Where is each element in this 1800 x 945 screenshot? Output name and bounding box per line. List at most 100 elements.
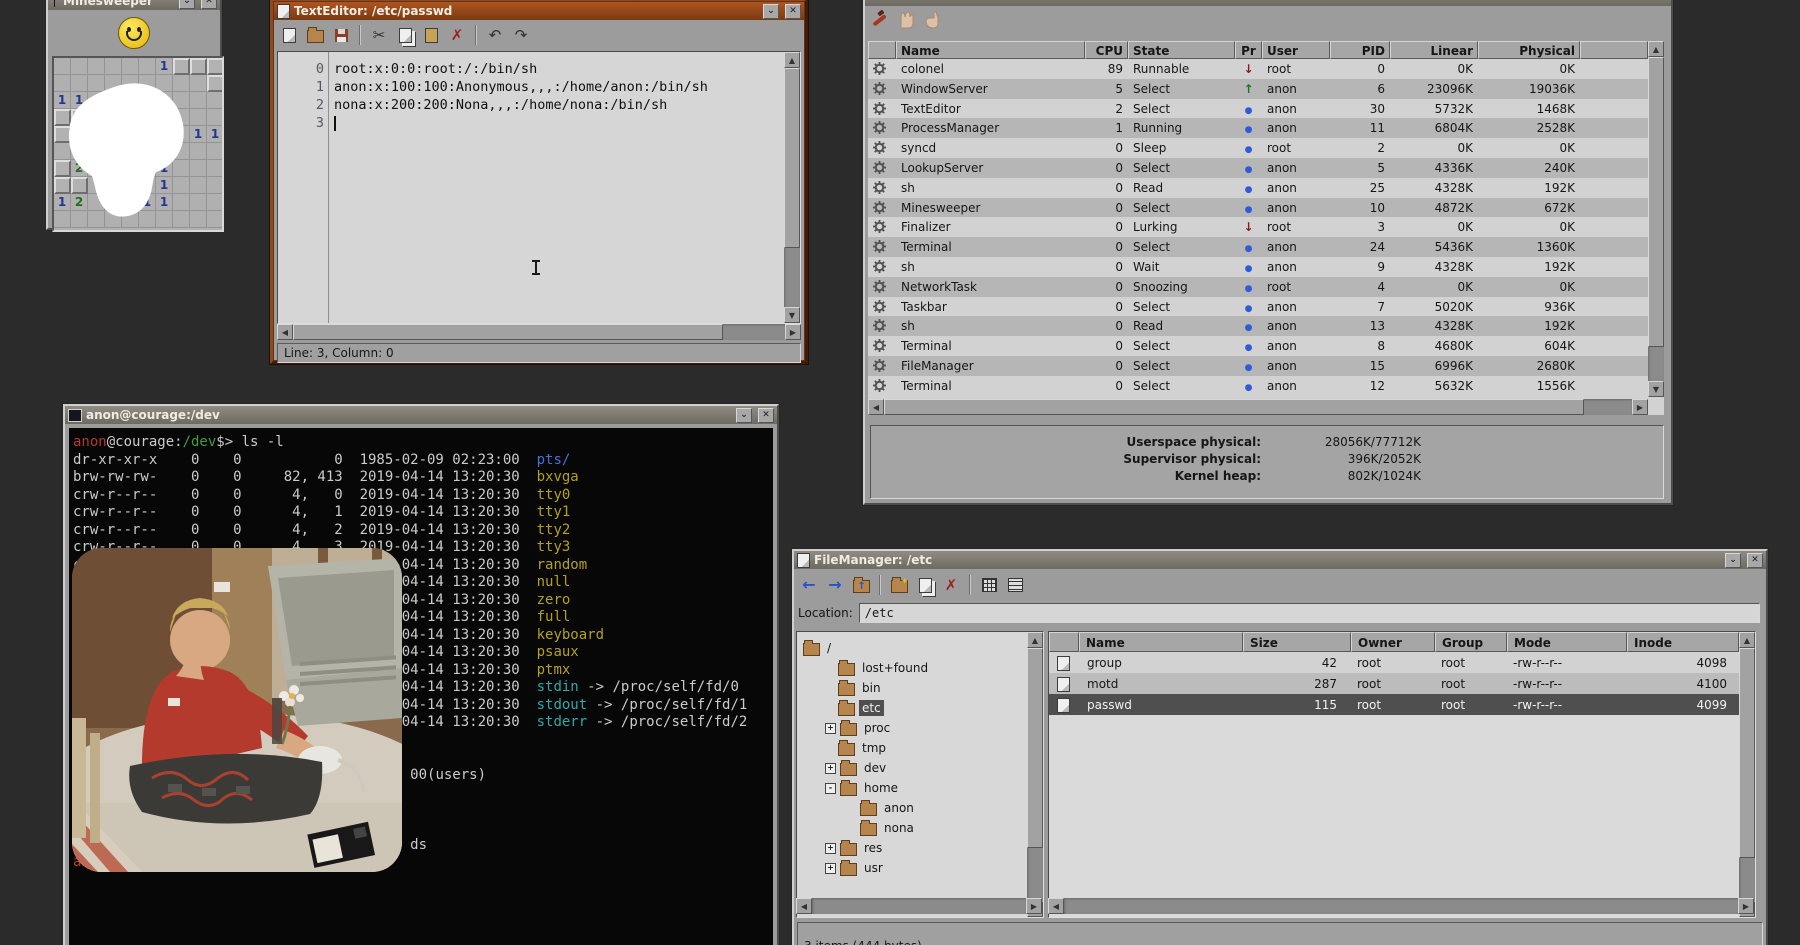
fm-back-button[interactable]: ←	[798, 574, 820, 596]
texteditor-titlebar[interactable]: TextEditor: /etc/passwd ⌄ ✕	[274, 2, 804, 20]
mine-cell[interactable]	[173, 58, 190, 75]
mine-cell[interactable]	[190, 58, 207, 75]
scroll-right-button[interactable]: ▶	[1738, 898, 1754, 914]
mine-cell[interactable]: 1	[156, 58, 173, 75]
scroll-left-button[interactable]: ◀	[796, 898, 812, 914]
scroll-right-button[interactable]: ▶	[1026, 898, 1042, 914]
process-row[interactable]: Terminal0Select●anon245436K1360K	[868, 237, 1648, 257]
tree-item-anon[interactable]: anon	[847, 798, 917, 818]
mine-cell[interactable]	[207, 109, 224, 126]
process-row[interactable]: sh0Read●anon134328K192K	[868, 316, 1648, 336]
horizontal-scrollbar-thumb[interactable]	[293, 324, 723, 340]
tree-item-dev[interactable]: +dev	[825, 758, 889, 778]
process-row[interactable]: Terminal0Select●anon125632K1556K	[868, 376, 1648, 396]
tree-item-nona[interactable]: nona	[847, 818, 917, 838]
file-row[interactable]: motd287rootroot-rw-r--r--4100	[1049, 673, 1739, 694]
mine-cell[interactable]	[71, 58, 88, 75]
close-button[interactable]: ✕	[201, 0, 217, 9]
scroll-up-button[interactable]: ▲	[784, 52, 800, 68]
minesweeper-titlebar[interactable]: Minesweeper ⌄ ✕	[48, 0, 220, 10]
expand-icon[interactable]: +	[825, 863, 836, 874]
expand-icon[interactable]: +	[825, 723, 836, 734]
editor-open-file-button[interactable]	[304, 24, 326, 46]
column-header-Name[interactable]: Name	[896, 41, 1085, 59]
close-button[interactable]: ✕	[758, 408, 774, 423]
column-header-Group[interactable]: Group	[1435, 632, 1507, 652]
process-row[interactable]: Minesweeper0Select●anon104872K672K	[868, 198, 1648, 218]
fm-list-view-button[interactable]	[1004, 574, 1026, 596]
pm-kill-process-button[interactable]	[869, 11, 891, 33]
editor-paste-button[interactable]	[420, 24, 442, 46]
column-header-CPU[interactable]: CPU	[1085, 41, 1128, 59]
tree-item-etc[interactable]: etc	[825, 698, 884, 718]
minimize-button[interactable]: ⌄	[1725, 553, 1741, 568]
scroll-left-button[interactable]: ◀	[277, 324, 293, 340]
mine-cell[interactable]	[207, 58, 224, 75]
editor-delete-button[interactable]: ✗	[446, 24, 468, 46]
scroll-up-button[interactable]: ▲	[1648, 41, 1664, 57]
column-header-User[interactable]: User	[1262, 41, 1330, 59]
column-header-blank[interactable]	[1049, 632, 1079, 652]
horizontal-scrollbar-thumb[interactable]	[884, 399, 1584, 415]
editor-copy-button[interactable]	[394, 24, 416, 46]
close-button[interactable]: ✕	[785, 4, 801, 19]
text-editor-area[interactable]: 0root:x:0:0:root:/:/bin/sh1anon:x:100:10…	[277, 51, 801, 324]
mine-cell[interactable]: 1	[207, 126, 224, 143]
process-row[interactable]: NetworkTask0Snoozing●root40K0K	[868, 277, 1648, 297]
column-header-State[interactable]: State	[1128, 41, 1235, 59]
column-header-Size[interactable]: Size	[1243, 632, 1351, 652]
smiley-face-button[interactable]	[118, 17, 150, 49]
fm-open-parent-button[interactable]: ↑	[850, 574, 872, 596]
column-header-blank[interactable]	[868, 41, 896, 59]
fm-forward-button[interactable]: →	[824, 574, 846, 596]
pm-continue-process-button[interactable]	[921, 11, 943, 33]
tree-item-res[interactable]: +res	[825, 838, 885, 858]
scroll-left-button[interactable]: ◀	[868, 399, 884, 415]
column-header-PID[interactable]: PID	[1330, 41, 1390, 59]
close-button[interactable]: ✕	[1747, 553, 1763, 568]
process-row[interactable]: sh0Read●anon254328K192K	[868, 178, 1648, 198]
location-input[interactable]: /etc	[859, 603, 1760, 623]
column-header-Mode[interactable]: Mode	[1507, 632, 1627, 652]
column-header-Name[interactable]: Name	[1079, 632, 1243, 652]
column-header-Owner[interactable]: Owner	[1351, 632, 1435, 652]
process-row[interactable]: colonel89Runnable↓root00K0K	[868, 59, 1648, 79]
mine-cell[interactable]	[207, 194, 224, 211]
tree-item-usr[interactable]: +usr	[825, 858, 886, 878]
terminal-titlebar[interactable]: anon@courage:/dev ⌄ ✕	[65, 406, 777, 424]
process-row[interactable]: Terminal0Select●anon84680K604K	[868, 336, 1648, 356]
minimize-button[interactable]: ⌄	[179, 0, 195, 9]
column-header-Inode[interactable]: Inode	[1627, 632, 1739, 652]
mine-cell[interactable]	[54, 58, 71, 75]
process-row[interactable]: WindowServer5Select↑anon623096K19036K	[868, 79, 1648, 99]
vertical-scrollbar-thumb[interactable]	[1648, 57, 1664, 347]
mine-cell[interactable]	[207, 160, 224, 177]
process-row[interactable]: sh0Wait●anon94328K192K	[868, 257, 1648, 277]
fm-delete-button[interactable]: ✗	[940, 574, 962, 596]
mine-cell[interactable]	[207, 211, 224, 228]
tree-item-[interactable]: /	[803, 638, 834, 658]
tree-item-proc[interactable]: +proc	[825, 718, 893, 738]
scroll-right-button[interactable]: ▶	[785, 324, 801, 340]
mine-cell[interactable]	[207, 177, 224, 194]
file-row[interactable]: passwd115rootroot-rw-r--r--4099	[1049, 694, 1739, 715]
process-row[interactable]: ProcessManager1Running●anon116804K2528K	[868, 118, 1648, 138]
scroll-left-button[interactable]: ◀	[1048, 898, 1064, 914]
process-row[interactable]: LookupServer0Select●anon54336K240K	[868, 158, 1648, 178]
mine-cell[interactable]	[139, 58, 156, 75]
processmanager-titlebar[interactable]	[865, 0, 1671, 6]
editor-redo-button[interactable]: ↷	[510, 24, 532, 46]
editor-new-document-button[interactable]	[278, 24, 300, 46]
scroll-down-button[interactable]: ▼	[784, 307, 800, 323]
scroll-up-button[interactable]: ▲	[1739, 632, 1755, 648]
tree-item-tmp[interactable]: tmp	[825, 738, 889, 758]
editor-undo-button[interactable]: ↶	[484, 24, 506, 46]
fm-new-folder-button[interactable]: ✦	[888, 574, 910, 596]
process-row[interactable]: Taskbar0Select●anon75020K936K	[868, 297, 1648, 317]
mine-cell[interactable]	[207, 75, 224, 92]
mine-cell[interactable]	[88, 58, 105, 75]
pm-stop-process-button[interactable]	[895, 11, 917, 33]
scroll-right-button[interactable]: ▶	[1632, 399, 1648, 415]
editor-cut-button[interactable]: ✂	[368, 24, 390, 46]
mine-cell[interactable]	[207, 92, 224, 109]
